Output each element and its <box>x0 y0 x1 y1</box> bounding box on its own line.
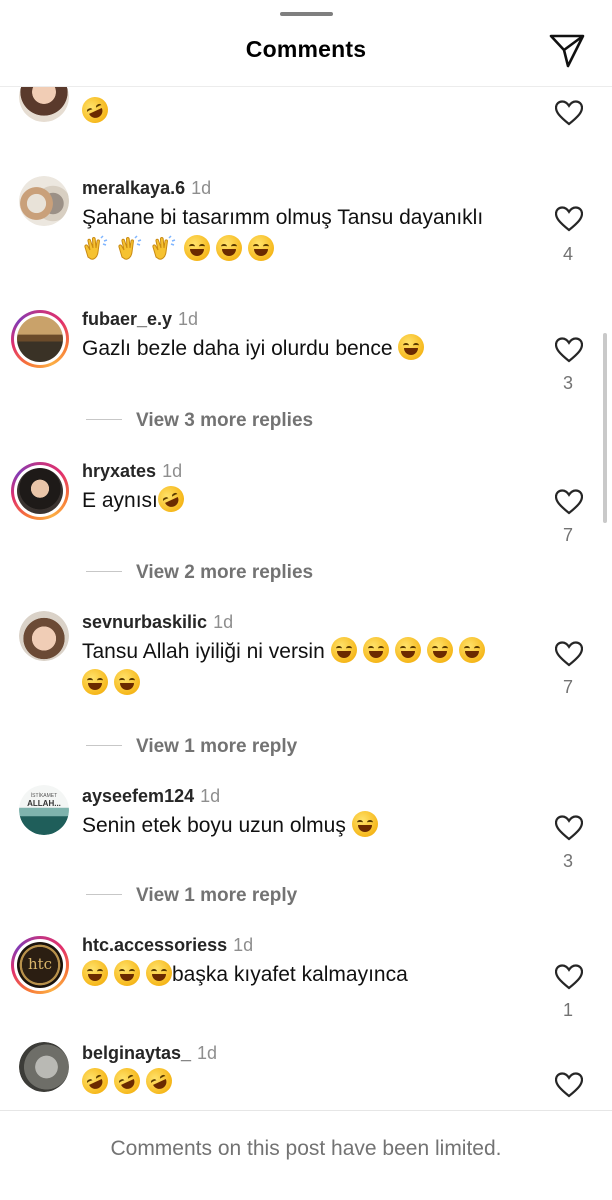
joy-emoji-icon <box>394 637 421 663</box>
rofl-emoji-icon <box>141 1063 177 1099</box>
joy-emoji-icon <box>114 669 140 695</box>
comment-body: Şahane bi tasarımm olmuş Tansu dayanıklı <box>82 206 484 229</box>
username[interactable]: meralkaya.6 <box>82 178 185 198</box>
username[interactable]: ayseefem124 <box>82 786 194 806</box>
comments-footer: Comments on this post have been limited. <box>0 1110 612 1200</box>
clap-emoji-icon <box>116 235 144 261</box>
avatar[interactable]: İSTİKAMET ALLAH... <box>19 785 69 835</box>
joy-emoji-icon <box>184 235 210 261</box>
avatar[interactable] <box>19 176 69 226</box>
username[interactable]: sevnurbaskilic <box>82 612 207 632</box>
like-count: 3 <box>562 851 573 871</box>
comment-body: başka kıyafet kalmayınca <box>172 963 408 986</box>
rofl-emoji-icon <box>77 92 113 128</box>
comment-meta: meralkaya.6 1d <box>82 178 211 199</box>
heart-icon[interactable] <box>555 337 583 363</box>
joy-emoji-icon <box>330 637 357 663</box>
joy-emoji-icon <box>146 960 172 986</box>
timestamp: 1d <box>178 309 199 329</box>
joy-emoji-icon <box>82 960 108 986</box>
comment-text: E aynısı <box>82 481 522 517</box>
like-count: 3 <box>562 373 573 393</box>
heart-icon[interactable] <box>555 100 583 126</box>
view-replies-button[interactable]: View 1 more reply <box>86 736 297 758</box>
avatar[interactable] <box>19 611 69 661</box>
comment-text: Senin etek boyu uzun olmuş <box>82 810 522 842</box>
joy-emoji-icon <box>362 637 389 663</box>
view-replies-label: View 3 more replies <box>136 410 314 431</box>
avatar-caption: htc <box>27 955 53 973</box>
username[interactable]: belginaytas_ <box>82 1043 191 1063</box>
view-replies-button[interactable]: View 2 more replies <box>86 562 313 584</box>
username[interactable]: hryxates <box>82 461 156 481</box>
rofl-emoji-icon <box>109 1063 145 1099</box>
username[interactable]: htc.accessoriess <box>82 935 227 955</box>
avatar[interactable]: htc <box>11 936 69 994</box>
comment-text <box>77 1063 522 1099</box>
comment-body: Gazlı bezle daha iyi olurdu bence <box>82 337 393 360</box>
comment-text <box>77 92 522 128</box>
joy-emoji-icon <box>216 235 242 261</box>
like-count: 4 <box>562 244 573 264</box>
joy-emoji-icon <box>248 235 274 261</box>
timestamp: 1d <box>162 461 183 481</box>
heart-icon[interactable] <box>555 206 583 232</box>
clap-emoji-icon <box>150 235 178 261</box>
avatar[interactable] <box>19 1042 69 1092</box>
joy-emoji-icon <box>114 960 140 986</box>
comment-meta: htc.accessoriess 1d <box>82 935 253 956</box>
avatar[interactable] <box>11 462 69 520</box>
username[interactable]: fubaer_e.y <box>82 309 172 329</box>
comment-body: Tansu Allah iyiliği ni versin <box>82 640 325 663</box>
comment-body: E aynısı <box>82 489 158 512</box>
send-icon[interactable] <box>548 32 586 70</box>
timestamp: 1d <box>200 786 221 806</box>
comment-meta: fubaer_e.y 1d <box>82 309 198 330</box>
comment-meta: hryxates 1d <box>82 461 182 482</box>
drag-handle[interactable] <box>280 12 333 16</box>
heart-icon[interactable] <box>555 815 583 841</box>
comment-text: Gazlı bezle daha iyi olurdu bence <box>82 333 522 365</box>
view-replies-button[interactable]: View 3 more replies <box>86 410 313 432</box>
avatar[interactable] <box>11 310 69 368</box>
comment-text: Şahane bi tasarımm olmuş Tansu dayanıklı <box>82 202 522 266</box>
comment-meta: sevnurbaskilic 1d <box>82 612 233 633</box>
timestamp: 1d <box>191 178 212 198</box>
view-replies-label: View 2 more replies <box>136 562 314 583</box>
joy-emoji-icon <box>398 334 425 360</box>
view-replies-label: View 1 more reply <box>136 736 298 757</box>
heart-icon[interactable] <box>555 489 583 515</box>
like-count: 7 <box>562 677 573 697</box>
comments-limited-notice: Comments on this post have been limited. <box>110 1137 502 1160</box>
comment-list[interactable]: meralkaya.6 1d Şahane bi tasarımm olmuş T… <box>0 0 612 1110</box>
avatar-caption: ALLAH... <box>27 799 61 808</box>
rofl-emoji-icon <box>77 1063 113 1099</box>
page-title: Comments <box>245 36 367 62</box>
comment-text: başka kıyafet kalmayınca <box>82 959 522 991</box>
timestamp: 1d <box>197 1043 218 1063</box>
timestamp: 1d <box>213 612 234 632</box>
heart-icon[interactable] <box>555 964 583 990</box>
joy-emoji-icon <box>426 637 453 663</box>
timestamp: 1d <box>233 935 254 955</box>
comment-body: Senin etek boyu uzun olmuş <box>82 814 346 837</box>
clap-emoji-icon <box>82 235 110 261</box>
like-count: 7 <box>562 525 573 545</box>
sheet-header: Comments <box>0 0 612 87</box>
scrollbar[interactable] <box>603 333 607 523</box>
comment-meta: ayseefem124 1d <box>82 786 220 807</box>
heart-icon[interactable] <box>555 1072 583 1098</box>
view-replies-button[interactable]: View 1 more reply <box>86 885 297 907</box>
comments-sheet: meralkaya.6 1d Şahane bi tasarımm olmuş T… <box>0 0 612 1200</box>
like-count: 1 <box>562 1000 573 1020</box>
sweat-smile-emoji-icon <box>351 811 378 837</box>
comment-text: Tansu Allah iyiliği ni versin <box>82 636 522 700</box>
heart-icon[interactable] <box>555 641 583 667</box>
comment-meta: belginaytas_ 1d <box>82 1043 217 1064</box>
joy-emoji-icon <box>458 637 485 663</box>
joy-emoji-icon <box>82 669 108 695</box>
rofl-emoji-icon <box>153 481 189 517</box>
view-replies-label: View 1 more reply <box>136 885 298 906</box>
